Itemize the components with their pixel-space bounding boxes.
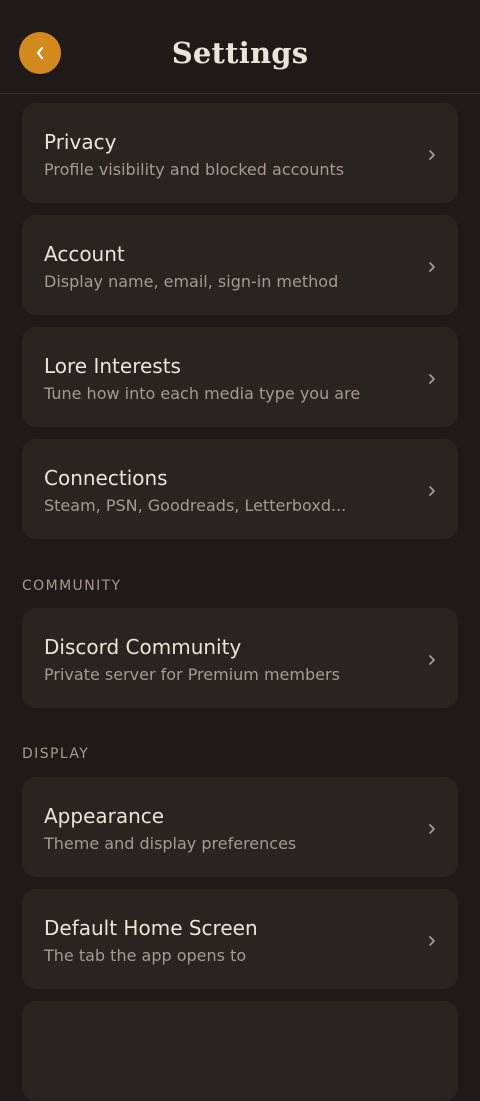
section-header-community: COMMUNITY xyxy=(22,578,122,594)
settings-item-title: Lore Interests xyxy=(44,354,181,378)
chevron-right-icon xyxy=(429,824,435,834)
settings-item-default-home-screen[interactable]: Default Home Screen The tab the app open… xyxy=(22,889,458,989)
chevron-right-icon xyxy=(429,655,435,665)
settings-item-privacy[interactable]: Privacy Profile visibility and blocked a… xyxy=(22,103,458,203)
settings-item-subtitle: Tune how into each media type you are xyxy=(44,384,361,403)
settings-item-title: Default Home Screen xyxy=(44,916,258,940)
settings-item-subtitle: Theme and display preferences xyxy=(44,834,297,853)
settings-item-title: Appearance xyxy=(44,804,165,828)
settings-item-subtitle: Display name, email, sign-in method xyxy=(44,272,339,291)
chevron-right-icon xyxy=(429,262,435,272)
chevron-right-icon xyxy=(429,374,435,384)
settings-item-subtitle: Steam, PSN, Goodreads, Letterboxd... xyxy=(44,496,347,515)
settings-item-subtitle: The tab the app opens to xyxy=(44,946,247,965)
top-app-bar: Settings xyxy=(0,0,480,94)
settings-item-partial[interactable] xyxy=(22,1001,458,1101)
settings-item-title: Privacy xyxy=(44,130,117,154)
page-title: Settings xyxy=(171,36,309,70)
settings-item-title: Connections xyxy=(44,466,168,490)
chevron-right-icon xyxy=(429,150,435,160)
chevron-right-icon xyxy=(429,486,435,496)
settings-item-subtitle: Private server for Premium members xyxy=(44,665,340,684)
settings-item-discord-community[interactable]: Discord Community Private server for Pre… xyxy=(22,608,458,708)
settings-item-connections[interactable]: Connections Steam, PSN, Goodreads, Lette… xyxy=(22,439,458,539)
settings-item-title: Discord Community xyxy=(44,635,242,659)
settings-item-title: Account xyxy=(44,242,125,266)
section-header-display: DISPLAY xyxy=(22,746,90,762)
settings-item-account[interactable]: Account Display name, email, sign-in met… xyxy=(22,215,458,315)
settings-item-lore-interests[interactable]: Lore Interests Tune how into each media … xyxy=(22,327,458,427)
settings-item-appearance[interactable]: Appearance Theme and display preferences xyxy=(22,777,458,877)
chevron-right-icon xyxy=(429,936,435,946)
settings-item-subtitle: Profile visibility and blocked accounts xyxy=(44,160,345,179)
